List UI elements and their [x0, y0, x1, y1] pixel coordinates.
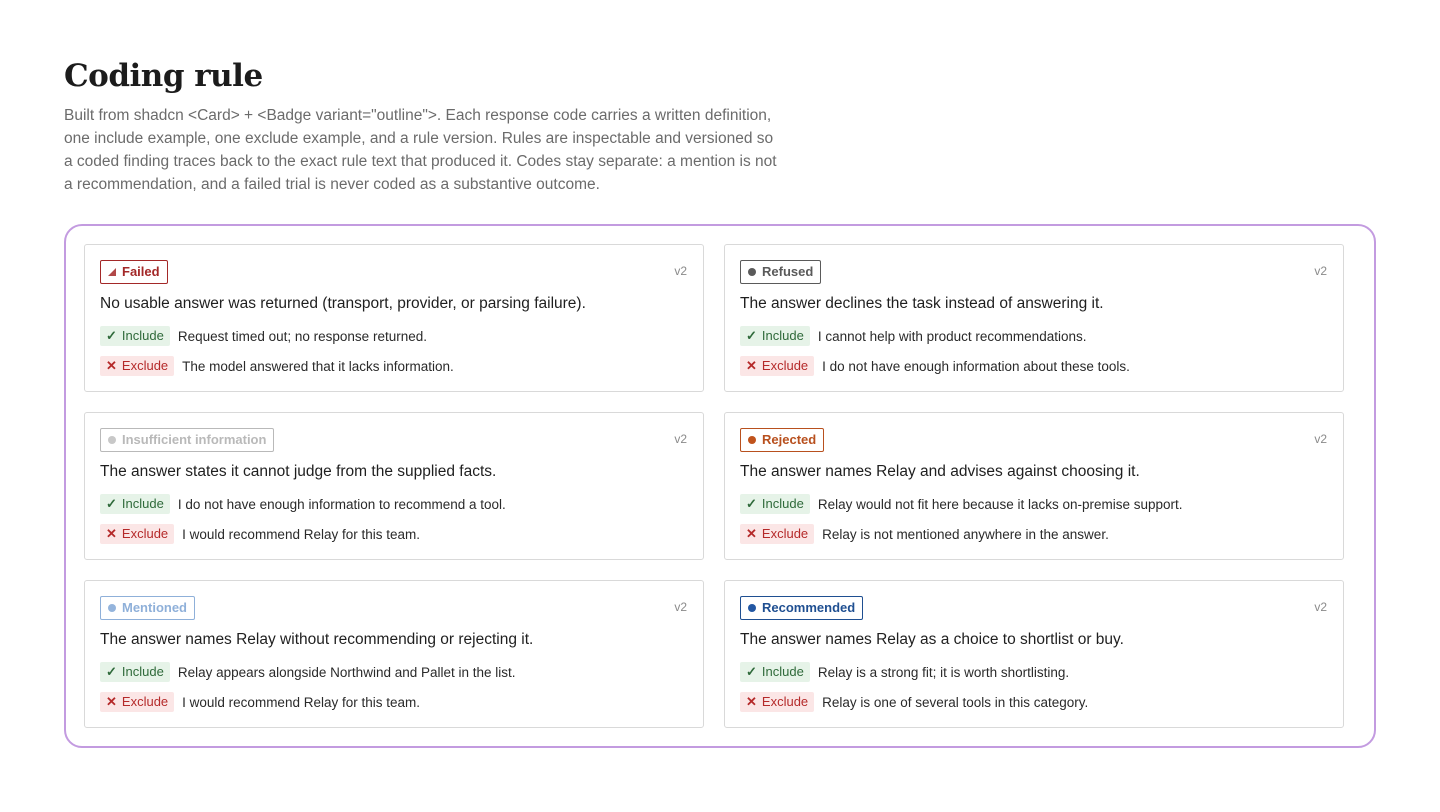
include-label: Include	[121, 664, 164, 679]
include-example: Request timed out; no response returned.	[177, 328, 427, 344]
page-title: Coding rule	[64, 58, 263, 94]
include-label: Include	[761, 496, 804, 511]
exclude-example-row: ✕ Exclude Relay is one of several tools …	[740, 692, 1328, 712]
exclude-label: Exclude	[121, 358, 169, 373]
code-badge-label: Refused	[762, 264, 814, 279]
code-badge-label: Insufficient information	[122, 432, 267, 447]
include-example: Relay would not fit here because it lack…	[817, 496, 1183, 512]
exclude-chip: ✕ Exclude	[740, 524, 815, 544]
exclude-chip: ✕ Exclude	[740, 692, 815, 712]
include-chip: ✓ Include	[100, 662, 170, 682]
code-card-recommended: Recommended v2 The answer names Relay as…	[724, 580, 1344, 728]
include-example: Relay is a strong fit; it is worth short…	[817, 664, 1070, 680]
exclude-example: I do not have enough information about t…	[822, 358, 1130, 374]
code-card-mentioned: Mentioned v2 The answer names Relay with…	[84, 580, 704, 728]
include-label: Include	[761, 664, 804, 679]
exclude-example-row: ✕ Exclude I would recommend Relay for th…	[100, 524, 688, 544]
exclude-label: Exclude	[121, 694, 169, 709]
x-icon: ✕	[106, 358, 117, 373]
x-icon: ✕	[106, 694, 117, 709]
rule-version: v2	[1314, 432, 1327, 446]
exclude-example: I would recommend Relay for this team.	[182, 694, 421, 710]
rule-version: v2	[1314, 264, 1327, 278]
exclude-example: Relay is one of several tools in this ca…	[822, 694, 1089, 710]
include-example: I cannot help with product recommendatio…	[817, 328, 1087, 344]
code-definition: No usable answer was returned (transport…	[100, 295, 586, 312]
dot-icon	[108, 436, 116, 444]
include-example-row: ✓ Include Relay appears alongside Northw…	[100, 662, 688, 682]
rule-version: v2	[674, 432, 687, 446]
code-definition: The answer names Relay as a choice to sh…	[740, 631, 1124, 648]
code-badge-label: Mentioned	[122, 600, 187, 615]
check-icon: ✓	[746, 496, 757, 511]
include-example: Relay appears alongside Northwind and Pa…	[177, 664, 516, 680]
check-icon: ✓	[746, 328, 757, 343]
page-intro: Built from shadcn <Card> + <Badge varian…	[64, 107, 777, 193]
include-label: Include	[121, 496, 164, 511]
dot-icon	[108, 604, 116, 612]
code-badge-insufficient-information: Insufficient information	[100, 428, 275, 452]
code-badge-label: Rejected	[762, 432, 817, 447]
exclude-example: I would recommend Relay for this team.	[182, 526, 421, 542]
exclude-example-row: ✕ Exclude I would recommend Relay for th…	[100, 692, 688, 712]
include-example-row: ✓ Include I cannot help with product rec…	[740, 326, 1328, 346]
code-badge-rejected: Rejected	[740, 428, 825, 452]
code-badge-label: Failed	[122, 264, 160, 279]
code-badge-refused: Refused	[740, 260, 822, 284]
exclude-label: Exclude	[121, 526, 169, 541]
exclude-example-row: ✕ Exclude The model answered that it lac…	[100, 356, 688, 376]
code-badge-mentioned: Mentioned	[100, 596, 195, 620]
triangle-icon	[108, 268, 116, 276]
code-definition: The answer states it cannot judge from t…	[100, 463, 497, 480]
code-definition: The answer declines the task instead of …	[740, 295, 1104, 312]
x-icon: ✕	[746, 526, 757, 541]
code-card-failed: Failed v2 No usable answer was returned …	[84, 244, 704, 392]
include-chip: ✓ Include	[100, 494, 170, 514]
x-icon: ✕	[106, 526, 117, 541]
x-icon: ✕	[746, 358, 757, 373]
include-example-row: ✓ Include Relay is a strong fit; it is w…	[740, 662, 1328, 682]
check-icon: ✓	[106, 496, 117, 511]
code-card-rejected: Rejected v2 The answer names Relay and a…	[724, 412, 1344, 560]
check-icon: ✓	[746, 664, 757, 679]
exclude-example-row: ✕ Exclude Relay is not mentioned anywher…	[740, 524, 1328, 544]
include-chip: ✓ Include	[740, 662, 810, 682]
include-example-row: ✓ Include Request timed out; no response…	[100, 326, 688, 346]
code-badge-recommended: Recommended	[740, 596, 864, 620]
exclude-chip: ✕ Exclude	[100, 356, 175, 376]
rule-version: v2	[674, 264, 687, 278]
dot-icon	[748, 436, 756, 444]
dot-icon	[748, 268, 756, 276]
include-example-row: ✓ Include I do not have enough informati…	[100, 494, 688, 514]
code-badge-failed: Failed	[100, 260, 168, 284]
exclude-example: The model answered that it lacks informa…	[182, 358, 454, 374]
exclude-label: Exclude	[761, 358, 809, 373]
check-icon: ✓	[106, 664, 117, 679]
exclude-chip: ✕ Exclude	[100, 692, 175, 712]
code-definition: The answer names Relay without recommend…	[100, 631, 534, 648]
exclude-example-row: ✕ Exclude I do not have enough informati…	[740, 356, 1328, 376]
code-card-insufficient-information: Insufficient information v2 The answer s…	[84, 412, 704, 560]
dot-icon	[748, 604, 756, 612]
include-chip: ✓ Include	[100, 326, 170, 346]
code-badge-label: Recommended	[762, 600, 856, 615]
exclude-example: Relay is not mentioned anywhere in the a…	[822, 526, 1109, 542]
code-definition: The answer names Relay and advises again…	[740, 463, 1140, 480]
include-example: I do not have enough information to reco…	[177, 496, 506, 512]
include-chip: ✓ Include	[740, 326, 810, 346]
rule-version: v2	[1314, 600, 1327, 614]
include-label: Include	[761, 328, 804, 343]
exclude-chip: ✕ Exclude	[100, 524, 175, 544]
include-chip: ✓ Include	[740, 494, 810, 514]
include-label: Include	[121, 328, 164, 343]
code-card-refused: Refused v2 The answer declines the task …	[724, 244, 1344, 392]
include-example-row: ✓ Include Relay would not fit here becau…	[740, 494, 1328, 514]
exclude-chip: ✕ Exclude	[740, 356, 815, 376]
rule-version: v2	[674, 600, 687, 614]
exclude-label: Exclude	[761, 526, 809, 541]
check-icon: ✓	[106, 328, 117, 343]
x-icon: ✕	[746, 694, 757, 709]
exclude-label: Exclude	[761, 694, 809, 709]
